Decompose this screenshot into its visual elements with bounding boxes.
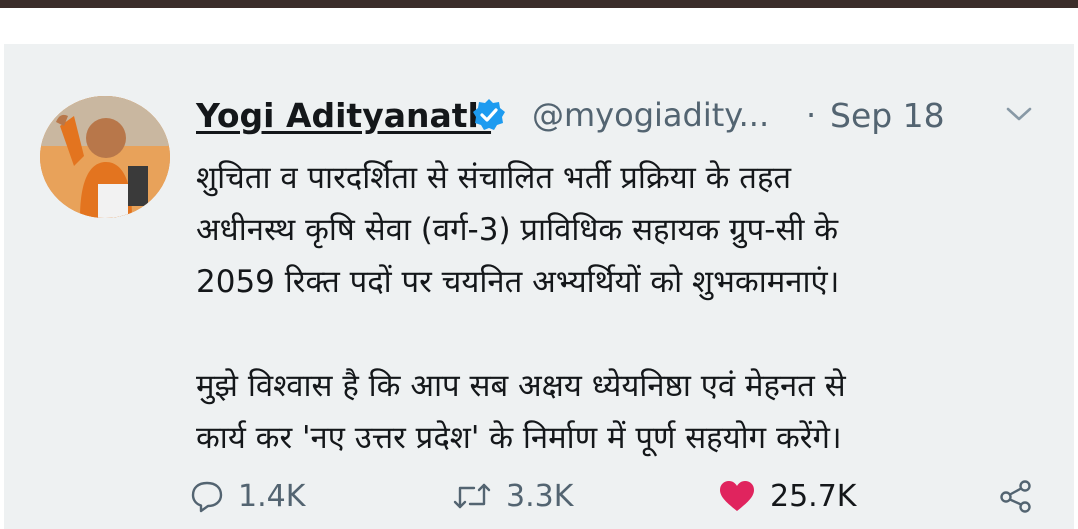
share-icon	[1000, 480, 1031, 513]
like-button[interactable]: 25.7K	[718, 474, 856, 518]
retweet-icon	[453, 483, 491, 509]
tweet-text-line: कार्य कर 'नए उत्तर प्रदेश' के निर्माण मे…	[196, 420, 842, 456]
top-white-gap	[0, 8, 1078, 44]
tweet-text-line: 2059 रिक्त पदों पर चयनित अभ्यर्थियों को …	[196, 264, 840, 300]
top-dark-strip	[0, 0, 1078, 8]
chevron-down-icon[interactable]	[1004, 104, 1034, 124]
heart-icon	[720, 481, 754, 511]
tweet-text-line: शुचिता व पारदर्शिता से संचालित भर्ती प्र…	[196, 160, 792, 196]
author-name[interactable]: Yogi Adityanath	[196, 96, 491, 135]
author-handle[interactable]: @myogiadity...	[532, 96, 769, 134]
verified-badge-icon	[473, 99, 505, 130]
tweet-date[interactable]: Sep 18	[830, 96, 945, 135]
header-separator: ·	[806, 96, 817, 134]
retweet-button[interactable]: 3.3K	[452, 474, 573, 518]
reply-count: 1.4K	[238, 478, 306, 514]
tweet-actions: 1.4K 3.3K 25.7K	[190, 474, 1050, 518]
reply-button[interactable]: 1.4K	[190, 474, 305, 518]
avatar[interactable]	[40, 96, 170, 218]
retweet-count: 3.3K	[506, 478, 574, 514]
tweet-header: Yogi Adityanath @myogiadity... · Sep 18	[196, 96, 1046, 140]
tweet-text-line: अधीनस्थ कृषि सेवा (वर्ग-3) प्राविधिक सहा…	[196, 212, 839, 248]
like-count: 25.7K	[770, 478, 857, 514]
reply-icon	[191, 481, 223, 513]
share-button[interactable]	[998, 474, 1034, 518]
tweet-text: शुचिता व पारदर्शिता से संचालित भर्ती प्र…	[196, 152, 1016, 464]
tweet-text-line: मुझे विश्वास है कि आप सब अक्षय ध्येयनिष्…	[196, 368, 846, 404]
